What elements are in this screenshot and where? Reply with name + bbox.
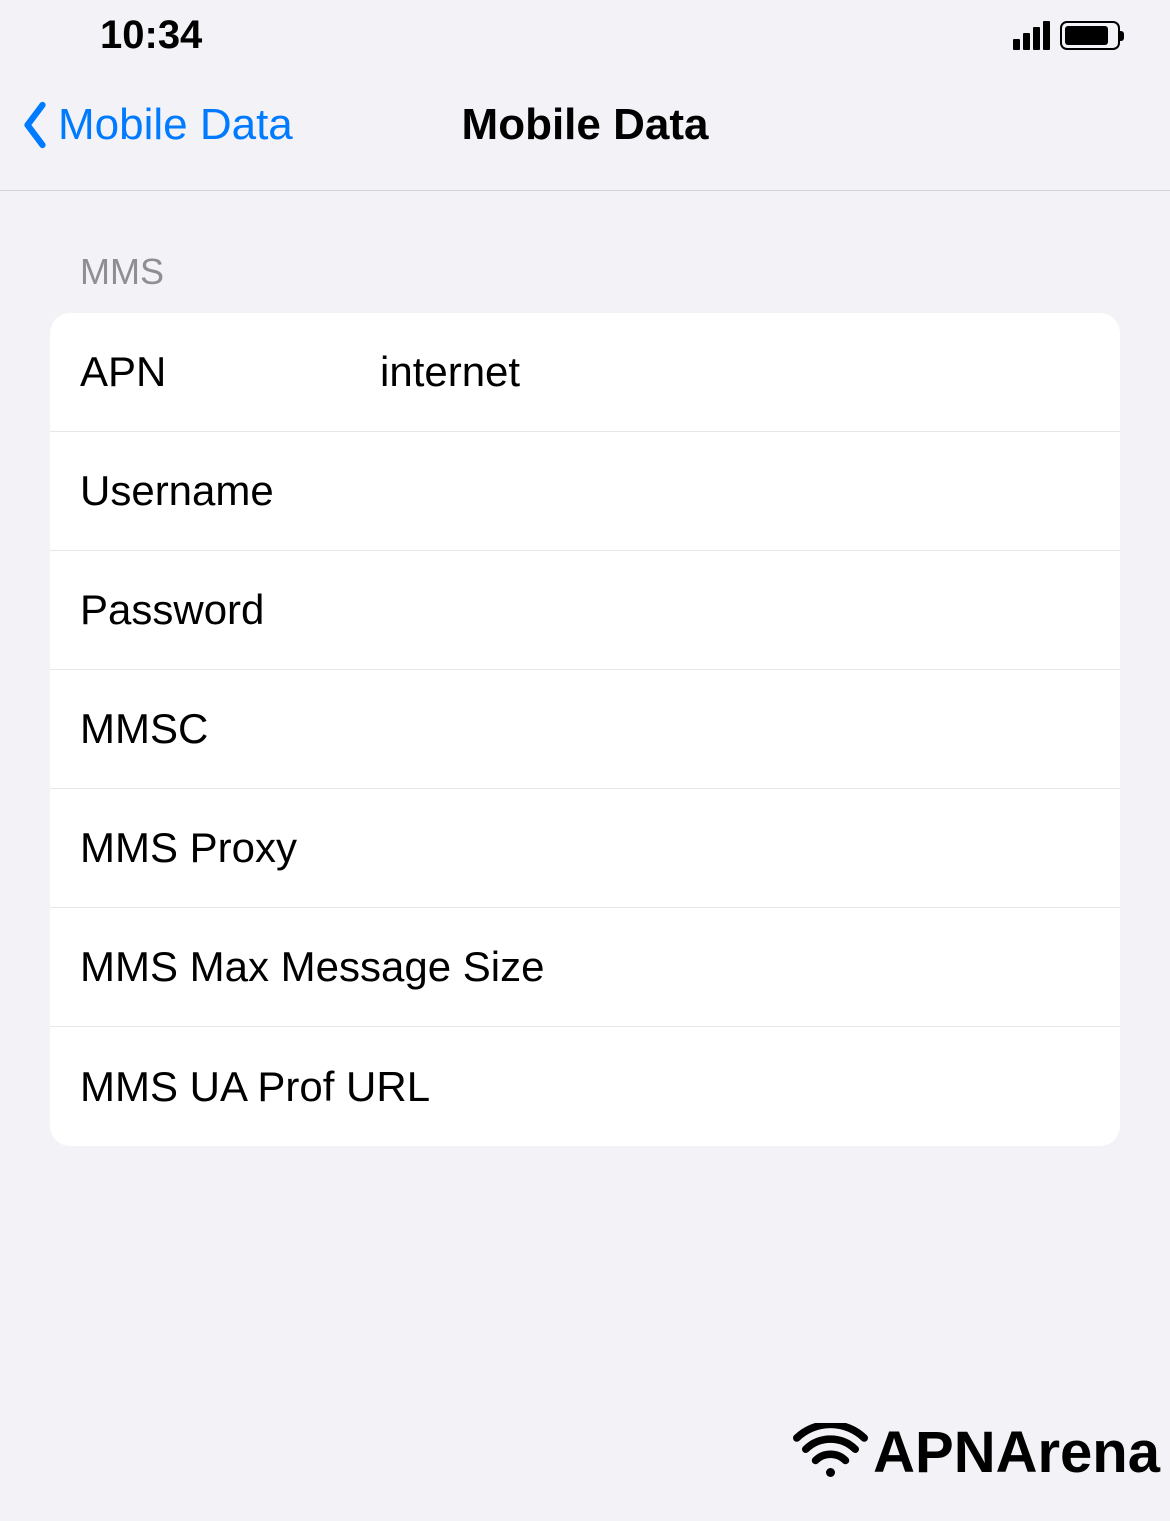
mmsc-label: MMSC	[80, 705, 380, 753]
setting-row-mms-max-size[interactable]: MMS Max Message Size	[50, 908, 1120, 1027]
setting-row-mmsc[interactable]: MMSC	[50, 670, 1120, 789]
setting-row-apn[interactable]: APN	[50, 313, 1120, 432]
cellular-signal-icon	[1013, 21, 1050, 50]
status-time: 10:34	[100, 13, 202, 58]
mms-max-size-input[interactable]	[549, 943, 1090, 991]
content-area: MMS APNArena APN Username Password MMSC	[0, 191, 1170, 1146]
setting-row-mms-proxy[interactable]: MMS Proxy	[50, 789, 1120, 908]
status-bar: 10:34	[0, 0, 1170, 70]
apn-label: APN	[80, 348, 380, 396]
back-label: Mobile Data	[58, 100, 293, 150]
back-button[interactable]: Mobile Data	[20, 100, 293, 150]
password-label: Password	[80, 586, 380, 634]
page-title: Mobile Data	[462, 100, 709, 150]
apn-input[interactable]	[380, 348, 1090, 396]
mms-ua-prof-input[interactable]	[549, 1063, 1090, 1111]
status-indicators	[1013, 21, 1120, 50]
setting-row-mms-ua-prof[interactable]: MMS UA Prof URL	[50, 1027, 1120, 1146]
mms-proxy-input[interactable]	[380, 824, 1090, 872]
setting-row-username[interactable]: Username	[50, 432, 1120, 551]
mms-proxy-label: MMS Proxy	[80, 824, 380, 872]
navigation-bar: Mobile Data Mobile Data	[0, 70, 1170, 191]
mms-settings-group: APN Username Password MMSC MMS Proxy MMS…	[50, 313, 1120, 1146]
watermark-bottom: APNArena	[793, 1419, 1160, 1486]
username-label: Username	[80, 467, 380, 515]
password-input[interactable]	[380, 586, 1090, 634]
setting-row-password[interactable]: Password	[50, 551, 1120, 670]
battery-icon	[1060, 21, 1120, 50]
username-input[interactable]	[380, 467, 1090, 515]
mms-ua-prof-label: MMS UA Prof URL	[80, 1063, 549, 1111]
wifi-icon	[793, 1423, 868, 1483]
chevron-back-icon	[20, 100, 50, 150]
mms-max-size-label: MMS Max Message Size	[80, 943, 549, 991]
mmsc-input[interactable]	[380, 705, 1090, 753]
section-header-mms: MMS	[50, 191, 1120, 313]
